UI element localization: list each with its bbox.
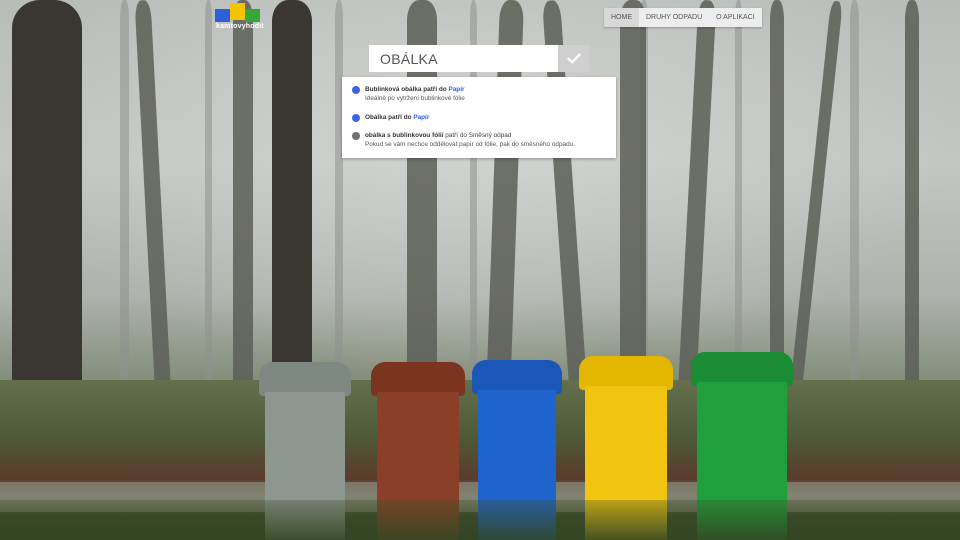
nav-about-app[interactable]: O APLIKACI xyxy=(709,8,762,27)
search-bar xyxy=(369,45,589,72)
tree xyxy=(120,0,129,390)
check-icon xyxy=(566,53,581,64)
result-item[interactable]: Obálka patří do Papír xyxy=(351,113,607,122)
item-name: Obálka xyxy=(365,114,387,121)
search-results-panel: Bublinková obálka patří do Papír Ideálně… xyxy=(342,77,616,158)
foliage xyxy=(0,500,960,540)
logo-text: kamtovyhodit xyxy=(216,23,264,30)
item-category[interactable]: Papír xyxy=(448,86,464,93)
logo-square-yellow xyxy=(230,3,245,20)
item-connector: patří do xyxy=(423,86,447,93)
logo-square-green xyxy=(245,9,260,22)
top-nav: HOME DRUHY ODPADU O APLIKACI xyxy=(604,8,762,27)
tree xyxy=(272,0,312,420)
tree xyxy=(335,0,343,390)
item-connector: patří do xyxy=(445,132,467,139)
tree xyxy=(770,0,784,400)
category-dot xyxy=(352,114,360,122)
tree xyxy=(735,0,742,390)
item-name: Bublinková obálka xyxy=(365,86,422,93)
search-submit-button[interactable] xyxy=(558,45,589,72)
result-title: Bublinková obálka patří do Papír xyxy=(365,85,607,94)
tree xyxy=(905,0,919,400)
result-note: Pokud se vám nechce oddělovat papír od f… xyxy=(365,141,575,148)
item-category[interactable]: Papír xyxy=(413,114,429,121)
tree xyxy=(205,0,212,390)
item-name: obálka s bublinkovou fólií xyxy=(365,132,444,139)
nav-waste-types[interactable]: DRUHY ODPADU xyxy=(639,8,709,27)
tree xyxy=(850,0,859,390)
bin-lid xyxy=(472,360,562,394)
bin-lid xyxy=(371,362,465,396)
item-connector: patří do xyxy=(388,114,412,121)
result-title: obálka s bublinkovou fólií patří do Směs… xyxy=(365,131,607,140)
nav-home[interactable]: HOME xyxy=(604,8,639,27)
item-category[interactable]: Směsný odpad xyxy=(469,132,512,139)
result-item[interactable]: obálka s bublinkovou fólií patří do Směs… xyxy=(351,131,607,150)
bin-lid xyxy=(691,352,793,386)
result-title: Obálka patří do Papír xyxy=(365,113,607,122)
search-input[interactable] xyxy=(369,45,558,72)
tree xyxy=(233,0,253,400)
tree xyxy=(620,0,646,400)
result-item[interactable]: Bublinková obálka patří do Papír Ideálně… xyxy=(351,85,607,104)
logo-square-blue xyxy=(215,9,230,22)
bin-lid xyxy=(579,356,673,390)
app-logo[interactable]: kamtovyhodit xyxy=(214,3,264,33)
bin-lid xyxy=(259,362,351,396)
result-note: Ideálně po vytržení bublinkové fólie xyxy=(365,95,465,102)
category-dot xyxy=(352,86,360,94)
category-dot xyxy=(352,132,360,140)
